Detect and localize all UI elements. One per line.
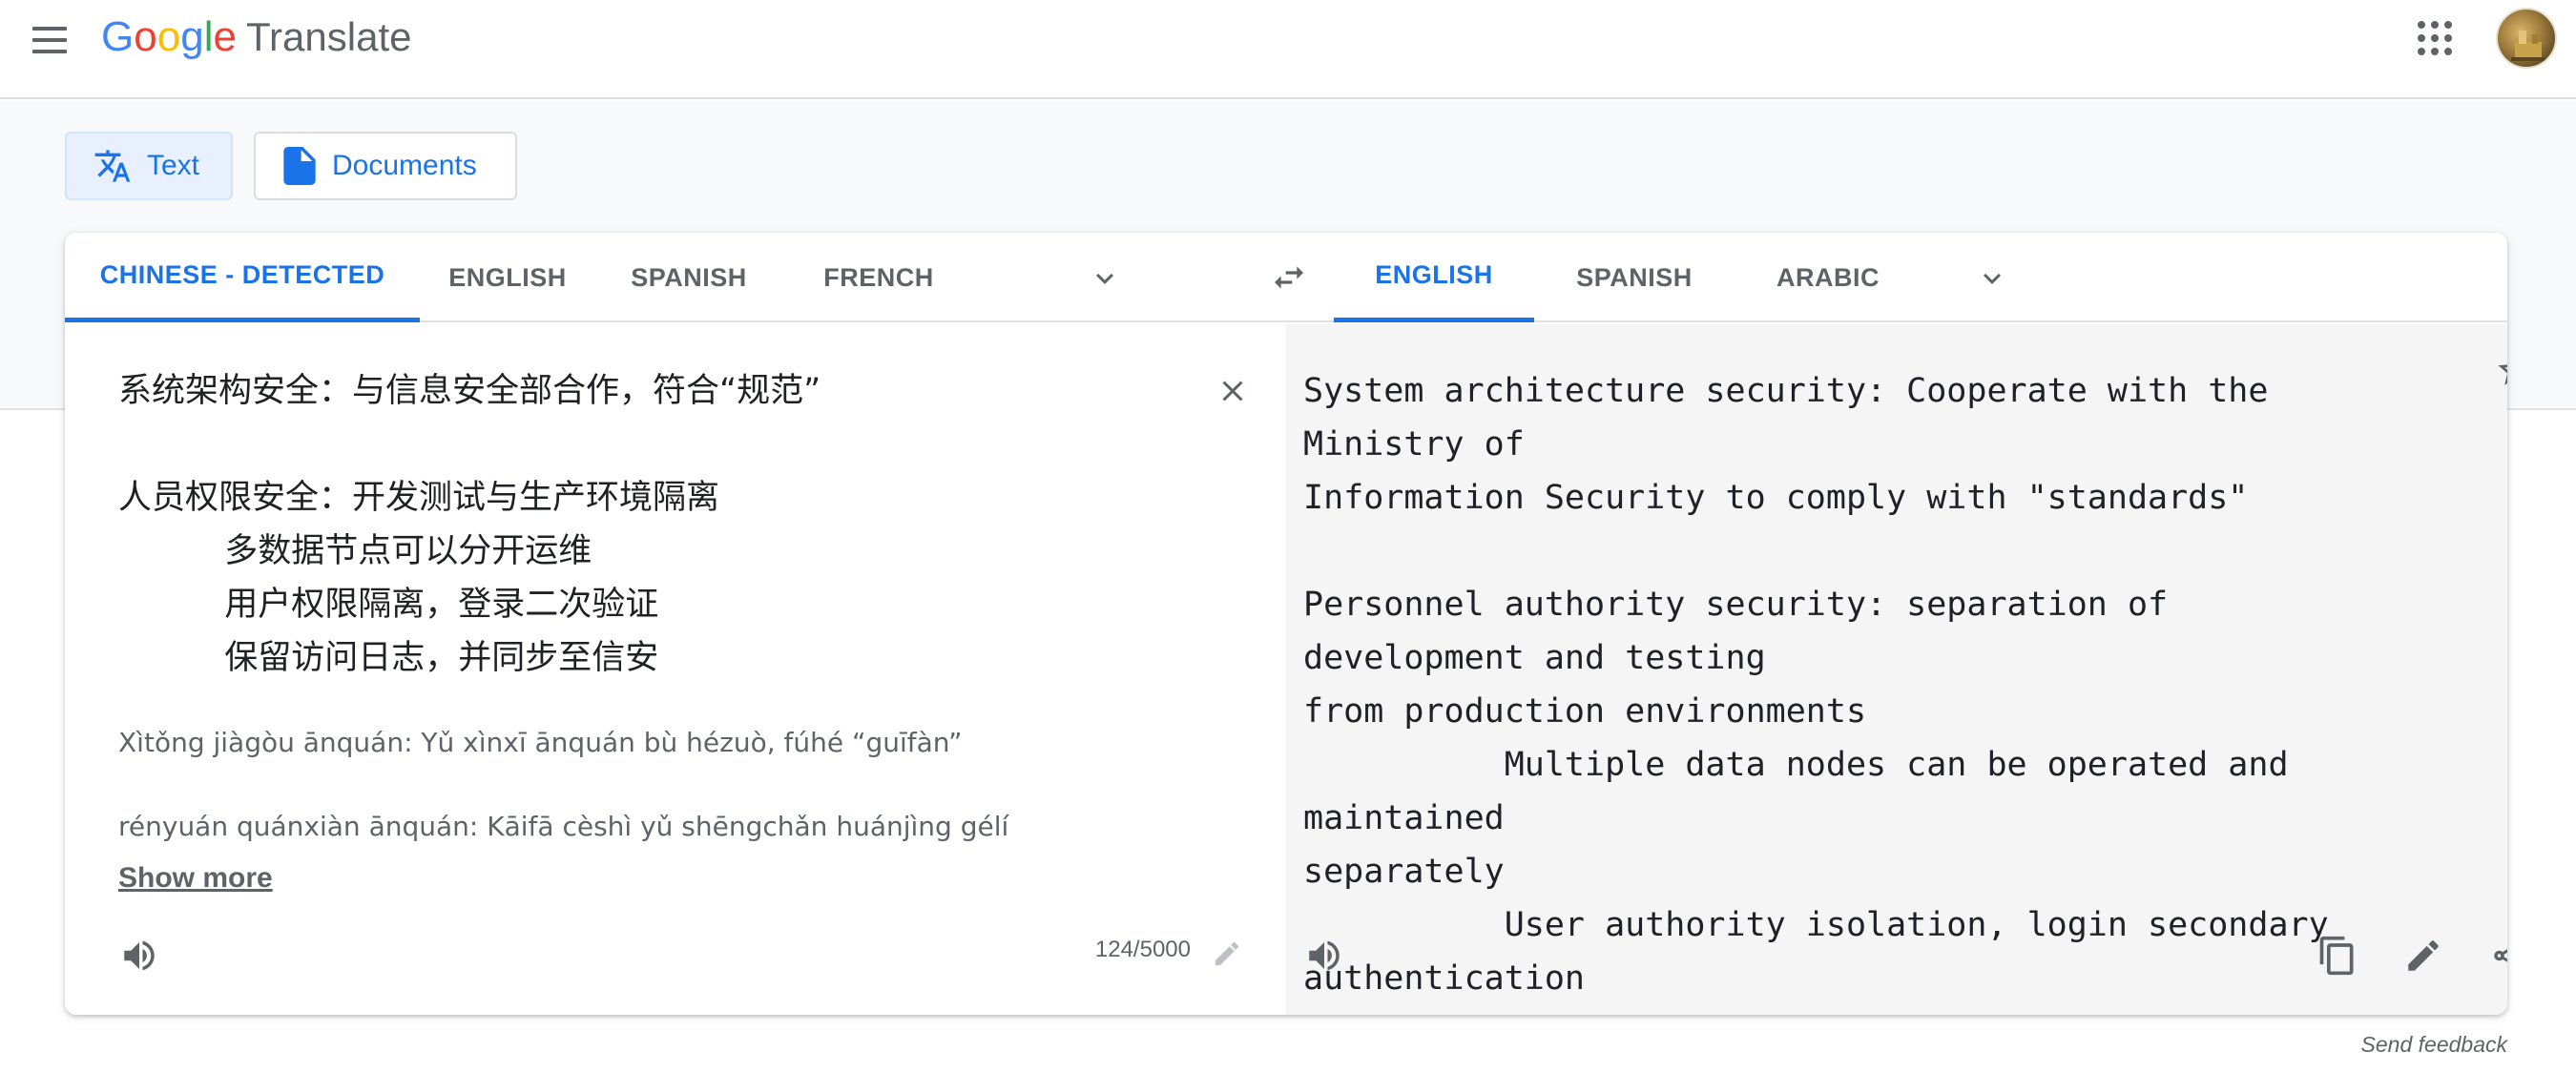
documents-mode-button[interactable]: Documents: [254, 132, 517, 200]
source-pane: 系统架构安全：与信息安全部合作，符合“规范” 人员权限安全：开发测试与生产环境隔…: [65, 324, 1286, 1015]
language-bar: CHINESE - DETECTED ENGLISH SPANISH FRENC…: [65, 233, 2507, 322]
document-icon: [282, 147, 317, 185]
logo-letter: l: [203, 13, 214, 60]
target-lang-tab-english[interactable]: ENGLISH: [1334, 233, 1534, 322]
translate-icon: [93, 147, 132, 185]
copy-icon[interactable]: [2313, 931, 2362, 980]
account-avatar[interactable]: [2496, 8, 2557, 69]
transliteration-line: rényuán quánxiàn ānquán: Kāifā cèshì yǔ …: [118, 811, 1009, 842]
character-count: 124/5000: [1094, 937, 1191, 962]
transliteration-line: Xìtǒng jiàgòu ānquán: Yǔ xìnxī ānquán bù…: [118, 727, 963, 758]
pencil-icon[interactable]: [2399, 931, 2448, 980]
logo-letter: G: [101, 13, 135, 60]
translation-output: System architecture security: Cooperate …: [1303, 372, 2329, 1015]
speaker-icon[interactable]: [1299, 931, 1349, 980]
send-feedback-link[interactable]: Send feedback: [2194, 1032, 2507, 1058]
text-mode-label: Text: [147, 150, 200, 181]
source-lang-tab-french[interactable]: FRENCH: [782, 233, 975, 322]
share-icon[interactable]: [2484, 931, 2507, 980]
source-lang-tab-spanish[interactable]: SPANISH: [595, 233, 782, 322]
pencil-icon[interactable]: [1204, 931, 1250, 977]
target-pane: System architecture security: Cooperate …: [1286, 324, 2507, 1015]
source-lang-tab-chinese-detected[interactable]: CHINESE - DETECTED: [65, 233, 420, 322]
target-lang-tab-spanish[interactable]: SPANISH: [1534, 233, 1735, 322]
show-more-link[interactable]: Show more: [118, 862, 273, 895]
swap-languages-icon[interactable]: [1265, 254, 1313, 301]
translation-card: CHINESE - DETECTED ENGLISH SPANISH FRENC…: [65, 233, 2507, 1015]
google-translate-logo[interactable]: G o o g l e Translate: [101, 13, 411, 67]
product-name: Translate: [245, 14, 412, 59]
source-text-input[interactable]: 系统架构安全：与信息安全部合作，符合“规范” 人员权限安全：开发测试与生产环境隔…: [118, 364, 1187, 685]
text-mode-button[interactable]: Text: [65, 132, 233, 200]
hamburger-menu-icon[interactable]: [27, 21, 73, 59]
logo-letter: e: [213, 13, 237, 60]
app-header: G o o g l e Translate: [0, 0, 2576, 99]
target-lang-tab-arabic[interactable]: ARABIC: [1735, 233, 1922, 322]
documents-mode-label: Documents: [332, 150, 477, 181]
speaker-icon[interactable]: [114, 931, 164, 980]
logo-letter: o: [156, 13, 181, 60]
source-lang-tab-english[interactable]: ENGLISH: [420, 233, 595, 322]
star-icon[interactable]: [2490, 345, 2507, 395]
logo-letter: g: [180, 13, 204, 60]
logo-letter: o: [134, 13, 157, 60]
apps-grid-icon[interactable]: [2418, 21, 2456, 59]
close-icon[interactable]: [1210, 368, 1256, 414]
chevron-down-icon[interactable]: [1971, 258, 2013, 299]
chevron-down-icon[interactable]: [1084, 258, 1126, 299]
